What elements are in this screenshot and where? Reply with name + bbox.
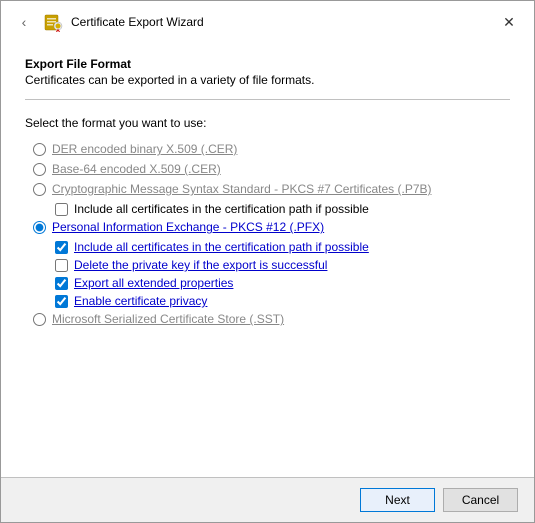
label-pkcs7[interactable]: Cryptographic Message Syntax Standard - … (52, 182, 432, 196)
format-options: DER encoded binary X.509 (.CER) Base-64 … (25, 142, 510, 332)
wizard-icon (43, 12, 63, 32)
pfx-enable-privacy[interactable]: Enable certificate privacy (55, 294, 510, 308)
label-pfx-privacy[interactable]: Enable certificate privacy (74, 294, 207, 308)
cancel-button[interactable]: Cancel (443, 488, 518, 512)
radio-pkcs12[interactable] (33, 221, 46, 234)
checkbox-pkcs7-include[interactable] (55, 203, 68, 216)
label-pfx-delete-key[interactable]: Delete the private key if the export is … (74, 258, 327, 272)
next-button[interactable]: Next (360, 488, 435, 512)
radio-der[interactable] (33, 143, 46, 156)
option-der[interactable]: DER encoded binary X.509 (.CER) (33, 142, 510, 156)
checkbox-pfx-delete-key[interactable] (55, 259, 68, 272)
checkbox-pfx-include[interactable] (55, 241, 68, 254)
option-base64[interactable]: Base-64 encoded X.509 (.CER) (33, 162, 510, 176)
checkbox-pfx-privacy[interactable] (55, 295, 68, 308)
label-der[interactable]: DER encoded binary X.509 (.CER) (52, 142, 237, 156)
label-pfx-extended[interactable]: Export all extended properties (74, 276, 233, 290)
pfx-delete-key[interactable]: Delete the private key if the export is … (55, 258, 510, 272)
radio-pkcs7[interactable] (33, 183, 46, 196)
checkbox-pfx-extended[interactable] (55, 277, 68, 290)
pfx-export-extended[interactable]: Export all extended properties (55, 276, 510, 290)
certificate-export-wizard-dialog: ‹ Certificate Export Wizard ✕ Export Fil… (0, 0, 535, 523)
title-bar: ‹ Certificate Export Wizard ✕ (1, 1, 534, 41)
title-left: ‹ Certificate Export Wizard (13, 11, 204, 33)
pkcs7-suboptions: Include all certificates in the certific… (33, 202, 510, 216)
dialog-content: Export File Format Certificates can be e… (1, 41, 534, 477)
label-sst[interactable]: Microsoft Serialized Certificate Store (… (52, 312, 284, 326)
back-button[interactable]: ‹ (13, 11, 35, 33)
radio-sst[interactable] (33, 313, 46, 326)
divider (25, 99, 510, 100)
label-pfx-include[interactable]: Include all certificates in the certific… (74, 240, 369, 254)
prompt-text: Select the format you want to use: (25, 116, 510, 130)
option-sst[interactable]: Microsoft Serialized Certificate Store (… (33, 312, 510, 326)
dialog-title: Certificate Export Wizard (71, 15, 204, 29)
option-pkcs12[interactable]: Personal Information Exchange - PKCS #12… (33, 220, 510, 234)
pkcs12-suboptions: Include all certificates in the certific… (33, 240, 510, 308)
option-pkcs7[interactable]: Cryptographic Message Syntax Standard - … (33, 182, 510, 196)
close-button[interactable]: ✕ (496, 9, 522, 35)
dialog-footer: Next Cancel (1, 477, 534, 522)
section-title: Export File Format (25, 57, 510, 71)
pfx-include-certs[interactable]: Include all certificates in the certific… (55, 240, 510, 254)
label-pkcs7-include[interactable]: Include all certificates in the certific… (74, 202, 369, 216)
label-pkcs12[interactable]: Personal Information Exchange - PKCS #12… (52, 220, 324, 234)
label-base64[interactable]: Base-64 encoded X.509 (.CER) (52, 162, 221, 176)
section-description: Certificates can be exported in a variet… (25, 73, 510, 87)
radio-base64[interactable] (33, 163, 46, 176)
pkcs7-include-certs[interactable]: Include all certificates in the certific… (55, 202, 510, 216)
